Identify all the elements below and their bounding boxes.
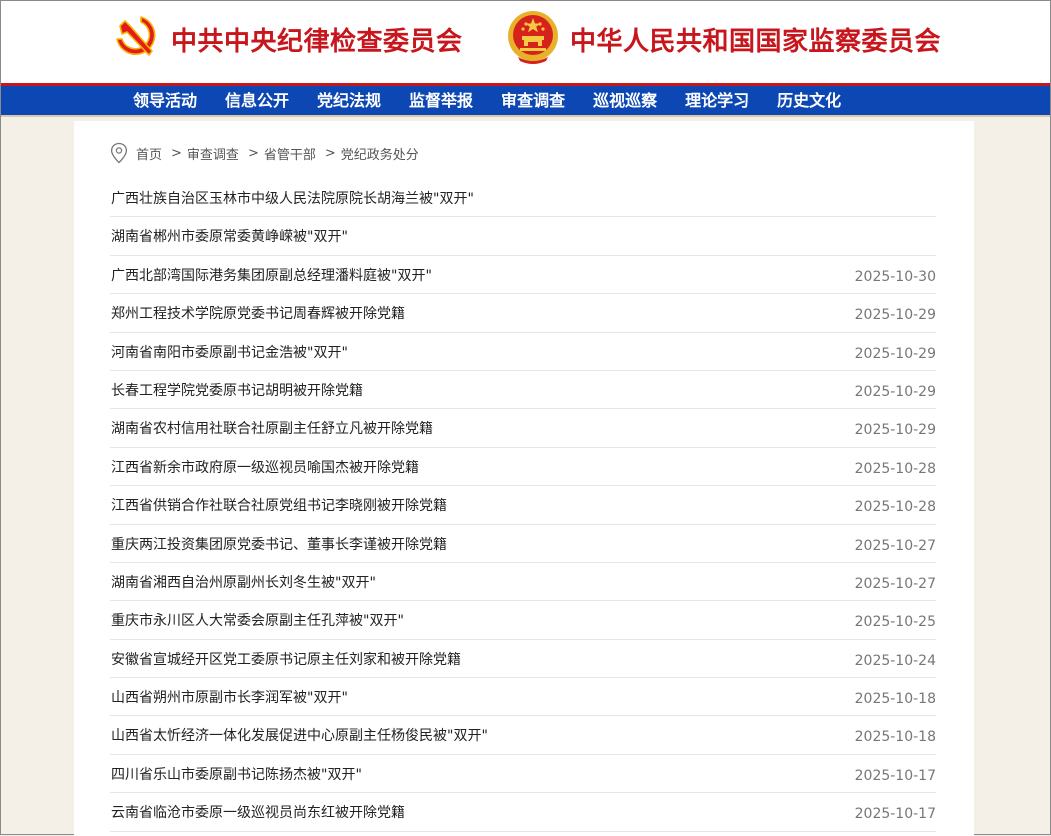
breadcrumb-home[interactable]: 首页 <box>136 144 162 163</box>
article-title-link[interactable]: 湖南省郴州市委原常委黄峥嵘被"双开" <box>111 226 348 246</box>
breadcrumb-investigation[interactable]: 审查调查 <box>187 144 239 163</box>
article-title-link[interactable]: 四川省乐山市委原副书记陈扬杰被"双开" <box>111 764 362 784</box>
list-item: 湖南省湘西自治州原副州长刘冬生被"双开" 2025-10-27 <box>110 563 936 602</box>
list-item: 郑州工程技术学院原党委书记周春辉被开除党籍 2025-10-29 <box>110 294 936 333</box>
nav-item-investigation[interactable]: 审查调查 <box>487 86 579 115</box>
list-item: 江西省供销合作社联合社原党组书记李晓刚被开除党籍 2025-10-28 <box>110 486 936 525</box>
article-title-link[interactable]: 重庆两江投资集团原党委书记、董事长李谨被开除党籍 <box>111 534 447 554</box>
article-date: 2025-10-27 <box>854 575 936 592</box>
article-date: 2025-10-25 <box>854 614 936 631</box>
article-date: 2025-10-28 <box>854 499 936 516</box>
list-item: 重庆市永川区人大常委会原副主任孔萍被"双开" 2025-10-25 <box>110 601 936 640</box>
breadcrumb-separator: > <box>247 145 259 161</box>
list-item: 安徽省宣城经开区党工委原书记原主任刘家和被开除党籍 2025-10-24 <box>110 640 936 679</box>
article-title-link[interactable]: 河南省南阳市委原副书记金浩被"双开" <box>111 342 348 362</box>
main-nav-items: 领导活动 信息公开 党纪法规 监督举报 审查调查 巡视巡察 理论学习 历史文化 <box>119 86 855 115</box>
article-date: 2025-10-29 <box>854 422 936 439</box>
article-date: 2025-10-29 <box>854 307 936 324</box>
breadcrumb: 首页 > 审查调查 > 省管干部 > 党纪政务处分 <box>110 141 419 165</box>
breadcrumb-separator: > <box>324 145 336 161</box>
article-title-link[interactable]: 安徽省宣城经开区党工委原书记原主任刘家和被开除党籍 <box>111 649 461 669</box>
nav-item-theory-study[interactable]: 理论学习 <box>671 86 763 115</box>
ccdi-brand-link[interactable]: 中共中央纪律检查委员会 <box>111 9 463 69</box>
article-title-link[interactable]: 江西省供销合作社联合社原党组书记李晓刚被开除党籍 <box>111 495 447 515</box>
article-title-link[interactable]: 江西省新余市政府原一级巡视员喻国杰被开除党籍 <box>111 457 419 477</box>
nsc-name: 中华人民共和国国家监察委员会 <box>570 26 942 57</box>
article-date: 2025-10-27 <box>854 537 936 554</box>
list-item: 山西省太忻经济一体化发展促进中心原副主任杨俊民被"双开" 2025-10-18 <box>110 716 936 755</box>
article-date: 2025-10-18 <box>854 729 936 746</box>
nav-item-information[interactable]: 信息公开 <box>211 86 303 115</box>
article-title-link[interactable]: 广西壮族自治区玉林市中级人民法院原院长胡海兰被"双开" <box>111 188 474 208</box>
breadcrumb-provincial-cadres[interactable]: 省管干部 <box>264 144 316 163</box>
nsc-brand-link[interactable]: 中华人民共和国国家监察委员会 <box>506 9 941 69</box>
article-title-link[interactable]: 云南省临沧市委原一级巡视员尚东红被开除党籍 <box>111 802 405 822</box>
nav-item-inspection[interactable]: 巡视巡察 <box>579 86 671 115</box>
article-date: 2025-10-24 <box>854 652 936 669</box>
article-title-link[interactable]: 湖南省农村信用社联合社原副主任舒立凡被开除党籍 <box>111 418 433 438</box>
breadcrumb-separator: > <box>171 145 182 161</box>
national-emblem-icon <box>506 9 560 69</box>
article-title-link[interactable]: 长春工程学院党委原书记胡明被开除党籍 <box>111 380 363 400</box>
list-item: 湖南省农村信用社联合社原副主任舒立凡被开除党籍 2025-10-29 <box>110 409 936 448</box>
nav-item-history-culture[interactable]: 历史文化 <box>763 86 855 115</box>
party-emblem-icon <box>111 11 163 67</box>
main-nav-bar: 领导活动 信息公开 党纪法规 监督举报 审查调查 巡视巡察 理论学习 历史文化 <box>1 83 1050 117</box>
list-item: 江西省新余市政府原一级巡视员喻国杰被开除党籍 2025-10-28 <box>110 448 936 487</box>
site-header: 中共中央纪律检查委员会 中华人民共和国国家监察委员会 <box>1 1 1050 83</box>
list-item: 山西省朔州市原副市长李润军被"双开" 2025-10-18 <box>110 678 936 717</box>
nav-item-leadership[interactable]: 领导活动 <box>119 86 211 115</box>
article-date: 2025-10-18 <box>854 691 936 708</box>
list-item: 云南省临沧市委原一级巡视员尚东红被开除党籍 2025-10-17 <box>110 793 936 832</box>
article-date: 2025-10-29 <box>854 383 936 400</box>
nav-item-regulations[interactable]: 党纪法规 <box>303 86 395 115</box>
article-title-link[interactable]: 山西省太忻经济一体化发展促进中心原副主任杨俊民被"双开" <box>111 725 488 745</box>
article-title-link[interactable]: 广西北部湾国际港务集团原副总经理潘料庭被"双开" <box>111 265 432 285</box>
article-title-link[interactable]: 山西省朔州市原副市长李润军被"双开" <box>111 687 348 707</box>
article-date: 2025-10-29 <box>854 345 936 362</box>
breadcrumb-discipline-sanctions[interactable]: 党纪政务处分 <box>341 144 419 163</box>
article-title-link[interactable]: 湖南省湘西自治州原副州长刘冬生被"双开" <box>111 572 376 592</box>
list-item: 四川省乐山市委原副书记陈扬杰被"双开" 2025-10-17 <box>110 755 936 794</box>
list-item: 湖南省郴州市委原常委黄峥嵘被"双开" <box>110 217 936 256</box>
ccdi-name: 中共中央纪律检查委员会 <box>171 26 463 57</box>
article-date: 2025-10-17 <box>854 806 936 823</box>
article-title-link[interactable]: 重庆市永川区人大常委会原副主任孔萍被"双开" <box>111 610 404 630</box>
list-item: 广西北部湾国际港务集团原副总经理潘料庭被"双开" 2025-10-30 <box>110 256 936 295</box>
article-date: 2025-10-28 <box>854 460 936 477</box>
list-item: 重庆两江投资集团原党委书记、董事长李谨被开除党籍 2025-10-27 <box>110 525 936 563</box>
article-date: 2025-10-30 <box>854 268 936 285</box>
article-title-link[interactable]: 郑州工程技术学院原党委书记周春辉被开除党籍 <box>111 303 405 323</box>
list-item: 河南省南阳市委原副书记金浩被"双开" 2025-10-29 <box>110 333 936 371</box>
list-item: 长春工程学院党委原书记胡明被开除党籍 2025-10-29 <box>110 371 936 410</box>
list-item: 广西壮族自治区玉林市中级人民法院原院长胡海兰被"双开" <box>110 179 936 218</box>
main-content: 首页 > 审查调查 > 省管干部 > 党纪政务处分 广西壮族自治区玉林市中级人民… <box>74 121 974 836</box>
nav-item-supervision-report[interactable]: 监督举报 <box>395 86 487 115</box>
article-date: 2025-10-17 <box>854 767 936 784</box>
article-list: 广西壮族自治区玉林市中级人民法院原院长胡海兰被"双开" 湖南省郴州市委原常委黄峥… <box>110 179 936 832</box>
location-pin-icon <box>110 142 128 164</box>
